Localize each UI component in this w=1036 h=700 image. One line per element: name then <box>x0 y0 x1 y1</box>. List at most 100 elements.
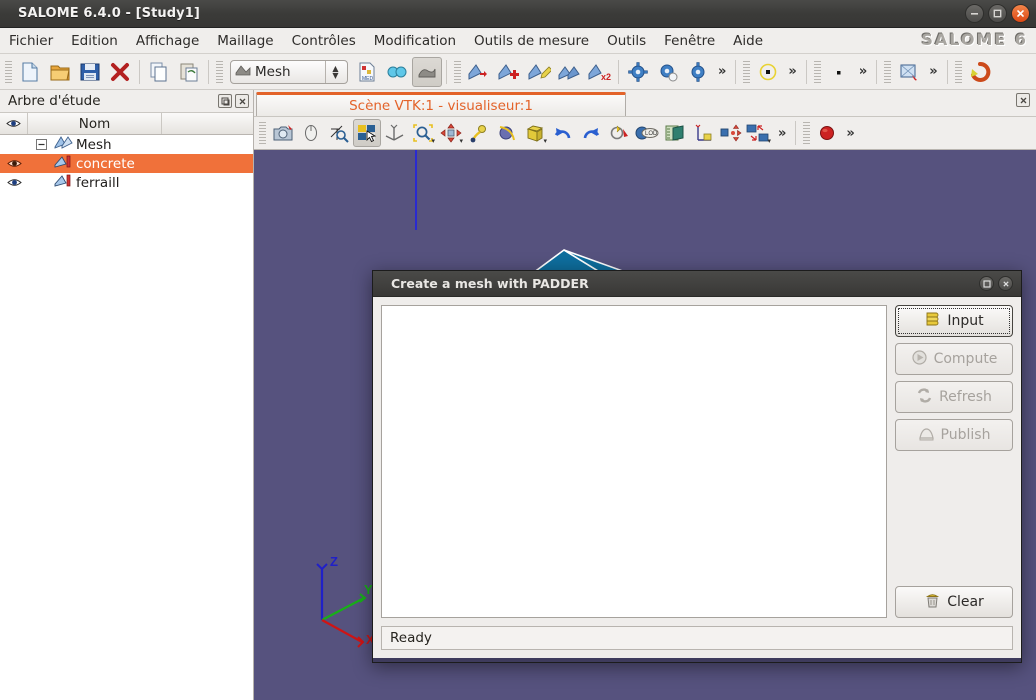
menu-maillage[interactable]: Maillage <box>208 31 282 51</box>
redo-view-icon[interactable] <box>577 119 605 147</box>
toolbar-overflow-chevron[interactable]: » <box>713 64 731 79</box>
node-selection-icon[interactable] <box>753 57 783 87</box>
arrow-cursor-icon[interactable] <box>353 119 381 147</box>
viewer-overflow-chevron[interactable]: » <box>773 126 791 141</box>
toolbar-overflow-chevron[interactable]: » <box>924 64 942 79</box>
toolbar-grip[interactable] <box>5 60 12 83</box>
toolbar-grip[interactable] <box>884 60 892 83</box>
compute-button[interactable]: Compute <box>895 343 1013 375</box>
update-rate-icon[interactable] <box>717 119 745 147</box>
tree-item-concrete[interactable]: concrete <box>0 154 253 173</box>
viewer-overflow-chevron[interactable]: » <box>841 126 859 141</box>
recording-icon[interactable] <box>813 119 841 147</box>
menu-controles[interactable]: Contrôles <box>283 31 365 51</box>
global-pan-icon[interactable] <box>493 119 521 147</box>
chevron-updown-icon[interactable]: ▲ ▼ <box>325 60 345 83</box>
toolbar-overflow-chevron[interactable]: » <box>854 64 872 79</box>
name-column-header[interactable]: Nom <box>28 113 162 134</box>
close-icon[interactable] <box>1011 4 1030 23</box>
rotate-icon[interactable] <box>465 119 493 147</box>
float-icon[interactable] <box>218 94 232 108</box>
graduated-axes-icon[interactable] <box>689 119 717 147</box>
padder-icon[interactable] <box>412 56 442 87</box>
close-icon[interactable] <box>235 94 249 108</box>
toolbar-grip[interactable] <box>259 122 266 144</box>
menu-affichage[interactable]: Affichage <box>127 31 208 51</box>
close-icon[interactable] <box>1016 93 1030 107</box>
mesh-evaluate-icon[interactable] <box>382 57 412 87</box>
undo-view-icon[interactable] <box>549 119 577 147</box>
reset-view-icon[interactable] <box>605 119 633 147</box>
module-selector-combo[interactable]: Mesh ▲ ▼ <box>230 59 348 84</box>
window-controls <box>965 4 1030 23</box>
object-browser-panel: Arbre d'étude Nom Mesh concrete ferraill <box>0 90 254 700</box>
dump-view-icon[interactable] <box>269 119 297 147</box>
eye-toggle[interactable] <box>0 158 28 169</box>
menu-edition[interactable]: Edition <box>62 31 127 51</box>
close-icon[interactable] <box>998 276 1013 291</box>
publish-button[interactable]: Publish <box>895 419 1013 451</box>
menu-fichier[interactable]: Fichier <box>0 31 62 51</box>
fit-all-icon[interactable]: ▾ <box>521 119 549 147</box>
toolbar-grip[interactable] <box>216 60 223 83</box>
import-med-icon[interactable]: MED <box>352 57 382 87</box>
paste-icon[interactable] <box>174 57 204 87</box>
toolbar-grip[interactable] <box>743 60 751 83</box>
delete-icon[interactable] <box>105 57 135 87</box>
zoom-icon[interactable]: ▾ <box>409 119 437 147</box>
show-trihedron-icon[interactable] <box>381 119 409 147</box>
toolbar-overflow-chevron[interactable]: » <box>783 64 801 79</box>
svg-text:x2: x2 <box>601 72 611 82</box>
chevron-down-icon[interactable]: ▾ <box>543 137 547 145</box>
menu-aide[interactable]: Aide <box>724 31 772 51</box>
build-compound-icon[interactable] <box>554 57 584 87</box>
tab-scene-vtk[interactable]: Scène VTK:1 - visualiseur:1 <box>256 92 626 116</box>
refresh-button[interactable]: Refresh <box>895 381 1013 413</box>
chevron-down-icon[interactable]: ▾ <box>767 137 771 145</box>
add-mesh-icon[interactable] <box>494 57 524 87</box>
selection-origin-icon[interactable] <box>325 119 353 147</box>
area-selection-icon[interactable] <box>894 57 924 87</box>
tree-item-mesh[interactable]: Mesh <box>0 135 253 154</box>
tree-column-headers: Nom <box>0 112 253 135</box>
chevron-down-icon[interactable]: ▾ <box>459 137 463 145</box>
tree-item-ferraill[interactable]: ferraill <box>0 173 253 192</box>
save-icon[interactable] <box>75 57 105 87</box>
menu-outils[interactable]: Outils <box>598 31 655 51</box>
new-document-icon[interactable] <box>15 57 45 87</box>
pan-icon[interactable]: ▾ <box>437 119 465 147</box>
hypothesis-edit-icon[interactable] <box>653 57 683 87</box>
algorithm-icon[interactable] <box>683 57 713 87</box>
expander-icon[interactable] <box>28 139 54 150</box>
copy-icon[interactable] <box>144 57 174 87</box>
minimize-icon[interactable] <box>965 4 984 23</box>
toolbar-grip[interactable] <box>813 60 821 83</box>
open-folder-icon[interactable] <box>45 57 75 87</box>
dialog-status-bar: Ready <box>381 626 1013 650</box>
update-icon[interactable] <box>965 57 995 87</box>
create-mesh-icon[interactable] <box>464 57 494 87</box>
eye-toggle[interactable] <box>0 177 28 188</box>
mouse-style-icon[interactable] <box>297 119 325 147</box>
eye-column-header[interactable] <box>0 113 28 134</box>
hypothesis-icon[interactable] <box>623 57 653 87</box>
toolbar-grip[interactable] <box>454 60 461 83</box>
maximize-icon[interactable] <box>988 4 1007 23</box>
log-textarea[interactable] <box>381 305 887 618</box>
menu-modification[interactable]: Modification <box>365 31 465 51</box>
edit-mesh-icon[interactable] <box>524 57 554 87</box>
scaling-icon[interactable] <box>661 119 689 147</box>
toolbar-grip[interactable] <box>803 122 811 144</box>
input-button[interactable]: Input <box>895 305 1013 337</box>
toolbar-grip[interactable] <box>954 60 962 83</box>
maximize-icon[interactable] <box>979 276 994 291</box>
menu-fenetre[interactable]: Fenêtre <box>655 31 724 51</box>
menu-outils-de-mesure[interactable]: Outils de mesure <box>465 31 598 51</box>
view-parameters-icon[interactable]: ▾ <box>745 119 773 147</box>
clear-button[interactable]: Clear <box>895 586 1013 618</box>
lod-icon[interactable]: LOD <box>633 119 661 147</box>
chevron-down-icon[interactable]: ▾ <box>431 137 435 145</box>
point-selection-icon[interactable] <box>824 57 854 87</box>
menu-label: Contrôles <box>291 32 356 49</box>
duplicate-mesh-icon[interactable]: x2 <box>584 57 614 87</box>
